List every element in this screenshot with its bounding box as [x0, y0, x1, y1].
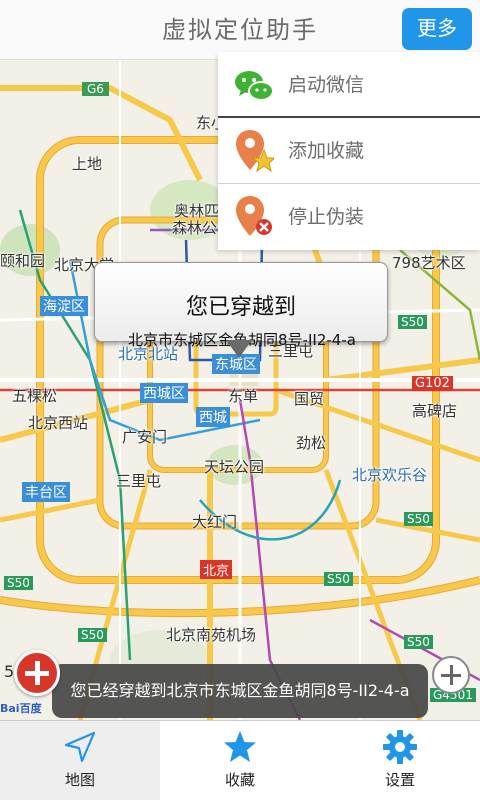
map-label-s50-f: S50	[404, 635, 433, 649]
add-location-button[interactable]	[14, 650, 60, 696]
menu-item-stop-spoof[interactable]: 停止伪装	[218, 184, 480, 250]
menu-item-launch-wechat[interactable]: 启动微信	[218, 52, 480, 118]
map-label-xichengqu: 西城区	[140, 383, 188, 403]
map-label-s50-a: S50	[398, 315, 427, 329]
more-menu: 启动微信 添加收藏 停止伪装	[218, 52, 480, 250]
map-label-dongdan: 东单	[228, 387, 259, 405]
navigation-arrow-icon	[64, 731, 96, 763]
header-bar: 虚拟定位助手 更多	[0, 0, 480, 60]
map-label-shangdi: 上地	[72, 155, 103, 173]
tab-favorites[interactable]: 收藏	[160, 721, 320, 800]
toast-message: 您已经穿越到北京市东城区金鱼胡同8号-II2-4-a	[52, 664, 428, 718]
map-label-gaobeidian: 高碑店	[412, 402, 458, 420]
tab-label: 设置	[384, 771, 415, 789]
menu-item-add-favorite[interactable]: 添加收藏	[218, 118, 480, 184]
baidu-logo: Bai百度	[0, 702, 42, 715]
wechat-icon	[235, 71, 274, 101]
bottom-tab-bar: 地图 收藏 设置	[0, 720, 480, 800]
pin-star-icon	[236, 130, 274, 173]
map-label-xidan: 西城	[196, 407, 230, 427]
map-label-jinsong: 劲松	[296, 434, 327, 452]
map-label-guanganmen: 广安门	[122, 428, 168, 446]
zoom-in-button[interactable]	[432, 656, 470, 694]
map-label-fengtaiqu: 丰台区	[22, 482, 70, 502]
map-label-s50-d: S50	[324, 572, 353, 586]
more-button[interactable]: 更多	[402, 8, 472, 50]
callout-pointer	[226, 340, 252, 358]
menu-item-label: 停止伪装	[288, 206, 365, 228]
tab-label: 收藏	[224, 771, 255, 789]
map-label-yiheyuan: 颐和园	[0, 252, 46, 270]
app-root: 虚拟定位助手 更多 G6 东小 上地 奥林匹 森林公 颐和园 北京大学 798艺…	[0, 0, 480, 800]
map-label-sanlihe: 三里屯	[116, 472, 162, 490]
location-callout[interactable]: 您已穿越到 北京市东城区金鱼胡同8号-II2-4-a	[94, 262, 388, 349]
map-label-nanyuan: 北京南苑机场	[166, 626, 257, 644]
map-label-g102: G102	[412, 376, 453, 391]
map-label-798: 798艺术区	[392, 254, 466, 272]
map-label-guomao: 国贸	[294, 390, 325, 408]
map-label-senlingong: 森林公	[172, 219, 218, 237]
map-label-haidianqu: 海淀区	[40, 296, 88, 316]
pin-close-icon	[236, 196, 272, 236]
menu-item-label: 添加收藏	[288, 140, 365, 162]
map-label-beijingxizhan: 北京西站	[28, 414, 89, 432]
tab-map[interactable]: 地图	[0, 721, 160, 800]
menu-item-label: 启动微信	[288, 74, 365, 96]
map-label-wukesong: 五棵松	[12, 387, 58, 405]
tab-label: 地图	[64, 771, 95, 789]
map-label-tiantan: 天坛公园	[204, 458, 265, 476]
zoom-level: 5	[4, 662, 15, 681]
map-label-beijinghuanle: 北京欢乐谷	[352, 466, 428, 484]
callout-title: 您已穿越到	[185, 295, 296, 320]
map-label-s50-e: S50	[78, 628, 107, 642]
tab-settings[interactable]: 设置	[320, 721, 480, 800]
map-label-dahongmen: 大红门	[192, 513, 238, 531]
map-label-s50-b: S50	[404, 512, 433, 526]
map-label-s50-c: S50	[4, 576, 33, 590]
map-label-beijing: 北京	[200, 560, 233, 579]
star-icon	[224, 731, 256, 762]
gear-icon	[383, 730, 417, 764]
map-label-g6: G6	[82, 82, 109, 96]
